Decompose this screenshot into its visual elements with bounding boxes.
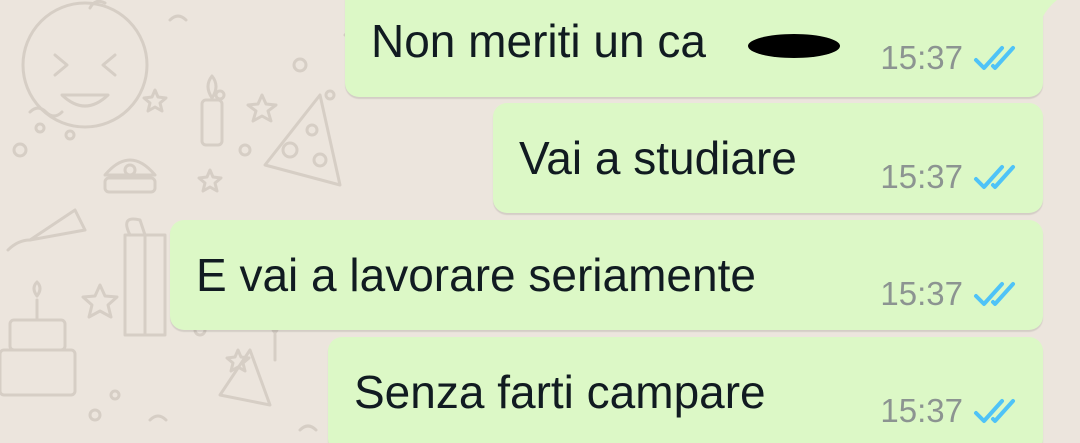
message-text: Senza farti campare (354, 366, 766, 418)
double-check-read-icon (974, 45, 1015, 70)
double-check-read-icon (974, 398, 1015, 423)
message-meta: 15:37 (880, 160, 1019, 193)
message-time: 15:37 (880, 39, 963, 76)
party-hat-doodle-icon (263, 93, 342, 187)
message-text: E vai a lavorare seriamente (196, 249, 756, 301)
message-text: Vai a studiare (519, 132, 797, 184)
message-bubble[interactable]: Non meriti un ca 15:37 (345, 0, 1043, 97)
redaction-scribble (748, 34, 840, 58)
message-meta: 15:37 (880, 41, 1019, 74)
message-time: 15:37 (880, 275, 963, 312)
message-bubble[interactable]: Senza farti campare 15:37 (328, 337, 1043, 443)
party-horn-doodle-icon (6, 208, 87, 252)
message-text: Non meriti un ca (371, 15, 706, 67)
message-time: 15:37 (880, 392, 963, 429)
double-check-read-icon (974, 281, 1015, 306)
message-bubble[interactable]: Vai a studiare 15:37 (493, 103, 1043, 213)
double-check-read-icon (974, 164, 1015, 189)
message-bubble[interactable]: E vai a lavorare seriamente 15:37 (170, 220, 1043, 330)
cake-doodle-icon (0, 280, 77, 397)
message-meta: 15:37 (880, 277, 1019, 310)
bubble-tail (1032, 0, 1058, 18)
gift-doodle-icon (123, 217, 167, 337)
message-meta: 15:37 (880, 394, 1019, 427)
message-time: 15:37 (880, 158, 963, 195)
candle-doodle-icon (200, 74, 224, 147)
